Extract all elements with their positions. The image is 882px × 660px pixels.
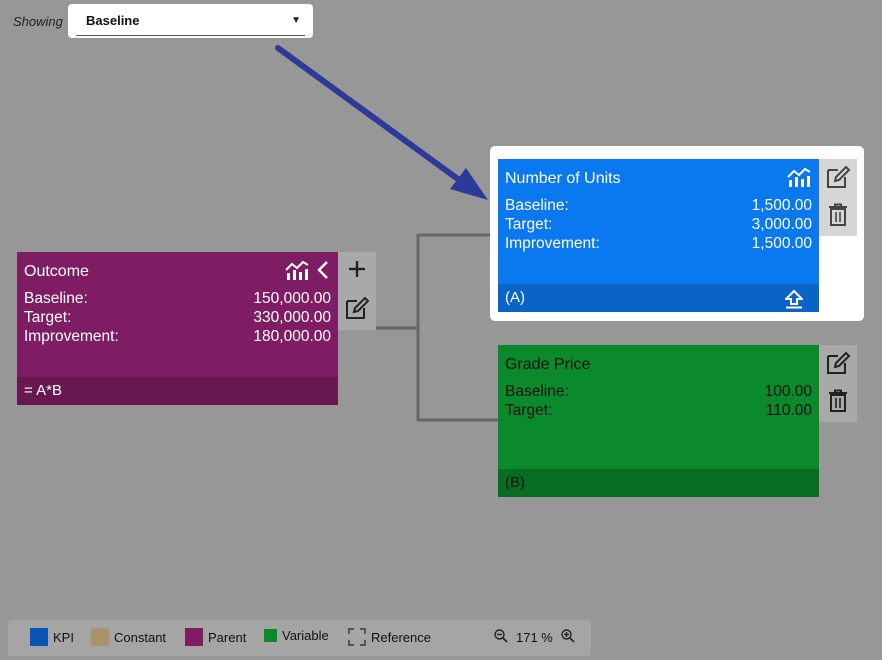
legend-swatch (185, 628, 203, 646)
legend-bar: KPI Constant Parent Variable Reference 1… (8, 620, 591, 656)
edit-icon[interactable] (819, 161, 857, 193)
outcome-actions (338, 252, 376, 330)
chart-icon[interactable] (283, 256, 311, 284)
zoom-level: 171 % (516, 630, 553, 645)
legend-item-variable: Variable (264, 628, 329, 643)
grade-actions (819, 345, 857, 422)
card-values: Baseline: 100.00 Target: 110.00 (505, 382, 812, 420)
legend-item-constant: Constant (91, 628, 166, 646)
edit-icon[interactable] (338, 292, 376, 324)
grade-card[interactable]: Grade Price Baseline: 100.00 Target: 110.0… (498, 345, 819, 497)
units-actions (819, 159, 857, 236)
upload-icon[interactable] (783, 288, 805, 310)
value-row: Improvement: 1,500.00 (505, 235, 812, 252)
dropdown-underline (76, 35, 305, 36)
legend-item-parent: Parent (185, 628, 246, 646)
card-formula: = A*B (17, 377, 338, 405)
card-title: Number of Units (505, 170, 621, 187)
scenario-dropdown[interactable]: Baseline ▼ (68, 4, 313, 38)
value-row: Baseline: 150,000.00 (24, 290, 331, 307)
value-row: Target: 330,000.00 (24, 309, 331, 326)
card-values: Baseline: 1,500.00 Target: 3,000.00 Improv… (505, 196, 812, 253)
legend-item-reference: Reference (348, 628, 431, 646)
add-icon[interactable] (338, 254, 376, 284)
chart-icon[interactable] (784, 163, 814, 191)
trash-icon[interactable] (819, 199, 857, 231)
legend-swatch (264, 629, 277, 642)
dropdown-value: Baseline (86, 13, 140, 28)
card-variable-label: (A) (498, 284, 819, 312)
value-row: Target: 110.00 (505, 402, 812, 419)
showing-label: Showing (13, 14, 63, 29)
value-row: Improvement: 180,000.00 (24, 328, 331, 345)
legend-item-kpi: KPI (30, 628, 74, 646)
value-row: Baseline: 1,500.00 (505, 197, 812, 214)
legend-swatch (30, 628, 48, 646)
value-row: Baseline: 100.00 (505, 383, 812, 400)
legend-swatch (348, 628, 366, 646)
value-row: Target: 3,000.00 (505, 216, 812, 233)
trash-icon[interactable] (819, 385, 857, 417)
outcome-card[interactable]: Outcome Baseline: 150,000.00 Target: 330,0… (17, 252, 338, 405)
units-card[interactable]: Number of Units Baseline: 1,500.00 Target… (498, 159, 819, 312)
zoom-in-icon[interactable] (561, 629, 575, 646)
legend-swatch (91, 628, 109, 646)
card-values: Baseline: 150,000.00 Target: 330,000.00 Im… (24, 289, 331, 346)
chevron-down-icon: ▼ (291, 15, 301, 26)
card-variable-label: (B) (498, 469, 819, 497)
collapse-chevron-left-icon[interactable] (313, 256, 333, 284)
edit-icon[interactable] (819, 347, 857, 379)
zoom-controls: 171 % (494, 629, 575, 646)
card-title: Outcome (24, 263, 89, 280)
zoom-out-icon[interactable] (494, 629, 508, 646)
card-title: Grade Price (505, 356, 591, 373)
